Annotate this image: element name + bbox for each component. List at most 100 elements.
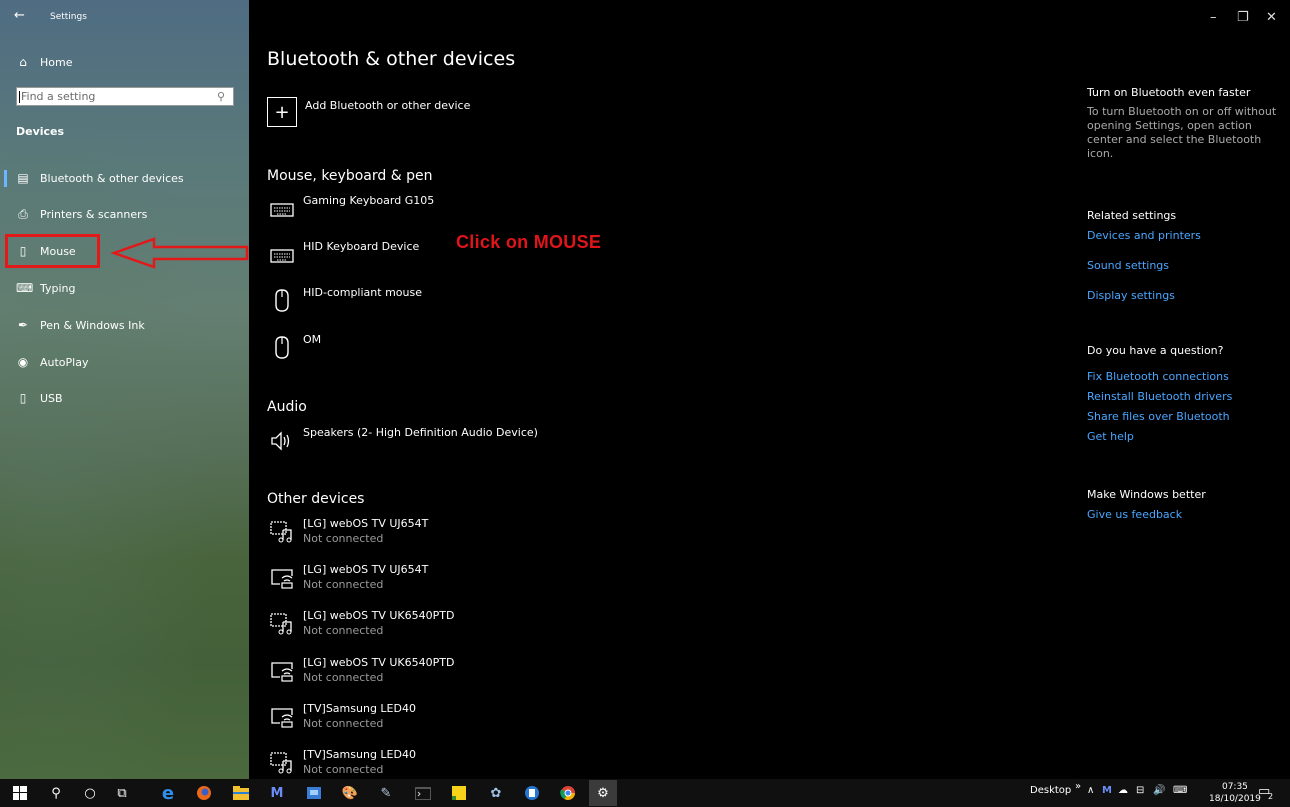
notification-count-badge: 2 bbox=[1268, 792, 1274, 801]
network-icon[interactable]: ⊟ bbox=[1136, 785, 1144, 796]
related-heading: Related settings bbox=[1087, 209, 1177, 222]
device-name: Speakers (2- High Definition Audio Devic… bbox=[303, 426, 538, 439]
keyboard-layout-icon[interactable]: ⌨ bbox=[1173, 785, 1187, 796]
link-give-feedback[interactable]: Give us feedback bbox=[1087, 508, 1277, 521]
desktop-toolbar-label[interactable]: Desktop bbox=[1030, 785, 1071, 796]
cortana-icon[interactable]: ○ bbox=[81, 784, 99, 802]
add-device-label[interactable]: Add Bluetooth or other device bbox=[305, 99, 470, 112]
annotation-text: Click on MOUSE bbox=[456, 232, 602, 252]
close-button[interactable]: ✕ bbox=[1266, 10, 1277, 25]
text-cursor bbox=[19, 91, 20, 103]
home-icon: ⌂ bbox=[19, 55, 27, 69]
toolbar-overflow[interactable]: » bbox=[1075, 781, 1081, 792]
feedback-heading: Make Windows better bbox=[1087, 488, 1206, 501]
question-section: Do you have a question? Fix Bluetooth co… bbox=[1087, 344, 1277, 443]
keyboard-icon bbox=[270, 203, 294, 217]
media-device-icon bbox=[270, 613, 292, 635]
windows-start-icon[interactable] bbox=[11, 784, 29, 802]
question-heading: Do you have a question? bbox=[1087, 344, 1224, 357]
gmail-tray-icon[interactable]: M bbox=[1102, 785, 1112, 796]
link-devices-and-printers[interactable]: Devices and printers bbox=[1087, 229, 1277, 242]
blue-app-icon[interactable] bbox=[523, 784, 541, 802]
search-icon[interactable]: ⚲ bbox=[217, 90, 233, 103]
app-icon[interactable] bbox=[305, 784, 323, 802]
sidebar-item-printers[interactable]: ⎙ Printers & scanners bbox=[0, 198, 249, 230]
device-name: HID-compliant mouse bbox=[303, 286, 422, 299]
bluetooth-devices-icon: ▤ bbox=[17, 171, 29, 185]
minimize-button[interactable]: – bbox=[1210, 10, 1217, 25]
title-bar: ← Settings bbox=[0, 0, 249, 34]
settings-gear-icon[interactable]: ⚙ bbox=[589, 780, 617, 806]
tip-heading: Turn on Bluetooth even faster bbox=[1087, 86, 1251, 99]
app-title: Settings bbox=[50, 12, 87, 22]
sidebar-item-home[interactable]: ⌂ Home bbox=[0, 46, 249, 78]
network-display-icon bbox=[271, 662, 293, 682]
taskbar: ⚲ ○ ⧉ e M 🎨 ✎ ✿ ⚙ Desktop » ∧ M ☁ ⊟ 🔊 ⌨ … bbox=[0, 779, 1290, 807]
edge-browser-icon[interactable]: e bbox=[159, 783, 177, 804]
printer-icon: ⎙ bbox=[18, 206, 28, 221]
autoplay-icon: ◉ bbox=[17, 355, 29, 369]
device-name: OM bbox=[303, 333, 322, 346]
bluetooth-tip-section: Turn on Bluetooth even faster To turn Bl… bbox=[1087, 86, 1277, 161]
firefox-icon[interactable] bbox=[195, 784, 213, 802]
sidebar-item-bluetooth[interactable]: ▤ Bluetooth & other devices bbox=[0, 162, 249, 194]
pen-icon: ✒ bbox=[17, 318, 29, 332]
media-device-icon bbox=[270, 752, 292, 774]
clock[interactable]: 07:35 18/10/2019 bbox=[1209, 781, 1261, 805]
search-icon[interactable]: ⚲ bbox=[47, 784, 65, 802]
device-status: Not connected bbox=[303, 532, 384, 545]
link-fix-bluetooth[interactable]: Fix Bluetooth connections bbox=[1087, 370, 1277, 383]
annotation-highlight-box bbox=[5, 234, 100, 268]
link-reinstall-drivers[interactable]: Reinstall Bluetooth drivers bbox=[1087, 390, 1277, 403]
device-status: Not connected bbox=[303, 763, 384, 776]
sidebar-item-autoplay[interactable]: ◉ AutoPlay bbox=[0, 346, 249, 378]
sticky-notes-icon[interactable] bbox=[450, 784, 468, 802]
section-heading: Devices bbox=[16, 125, 65, 138]
restore-button[interactable]: ❐ bbox=[1237, 10, 1249, 25]
link-get-help[interactable]: Get help bbox=[1087, 430, 1277, 443]
feedback-section: Make Windows better Give us feedback bbox=[1087, 488, 1277, 521]
device-name: [LG] webOS TV UK6540PTD bbox=[303, 609, 455, 622]
annotation-arrow-icon bbox=[110, 237, 249, 269]
device-status: Not connected bbox=[303, 717, 384, 730]
link-share-files[interactable]: Share files over Bluetooth bbox=[1087, 410, 1277, 423]
sidebar-item-usb[interactable]: ▯ USB bbox=[0, 382, 249, 414]
group-heading-audio: Audio bbox=[267, 399, 307, 415]
gmail-app-icon[interactable]: M bbox=[268, 784, 286, 802]
device-name: HID Keyboard Device bbox=[303, 240, 420, 253]
sidebar-item-label: Pen & Windows Ink bbox=[40, 318, 145, 332]
clock-date: 18/10/2019 bbox=[1209, 794, 1261, 804]
link-sound-settings[interactable]: Sound settings bbox=[1087, 259, 1277, 272]
device-name: [LG] webOS TV UJ654T bbox=[303, 563, 429, 576]
show-hidden-icons-chevron-icon[interactable]: ∧ bbox=[1087, 785, 1094, 796]
network-display-icon bbox=[271, 569, 293, 589]
link-display-settings[interactable]: Display settings bbox=[1087, 289, 1277, 302]
device-name: [LG] webOS TV UK6540PTD bbox=[303, 656, 455, 669]
file-explorer-icon[interactable] bbox=[232, 784, 250, 802]
selection-indicator bbox=[4, 170, 7, 187]
sidebar-item-label: AutoPlay bbox=[40, 355, 89, 369]
paint-brush-icon[interactable]: ✎ bbox=[377, 784, 395, 802]
mouse-icon bbox=[275, 289, 289, 312]
task-view-icon[interactable]: ⧉ bbox=[113, 784, 131, 802]
search-input[interactable]: Find a setting ⚲ bbox=[16, 87, 234, 106]
sidebar-item-label: Home bbox=[40, 55, 73, 69]
related-settings-section: Related settings Devices and printers So… bbox=[1087, 209, 1277, 302]
sidebar-item-typing[interactable]: ⌨ Typing bbox=[0, 272, 249, 304]
keyboard-icon bbox=[270, 249, 294, 263]
paint-icon[interactable]: 🎨 bbox=[341, 784, 359, 802]
chrome-icon[interactable] bbox=[559, 784, 577, 802]
sidebar-item-label: Bluetooth & other devices bbox=[40, 171, 184, 185]
search-placeholder: Find a setting bbox=[21, 90, 96, 103]
network-app-icon[interactable]: ✿ bbox=[487, 784, 505, 802]
group-heading-other: Other devices bbox=[267, 491, 365, 507]
sidebar-item-pen[interactable]: ✒ Pen & Windows Ink bbox=[0, 309, 249, 341]
back-arrow-icon[interactable]: ← bbox=[14, 8, 25, 23]
add-device-button[interactable]: + bbox=[267, 97, 297, 127]
page-title: Bluetooth & other devices bbox=[267, 48, 516, 70]
volume-icon[interactable]: 🔊 bbox=[1153, 785, 1165, 796]
command-prompt-icon[interactable] bbox=[414, 784, 432, 802]
onedrive-icon[interactable]: ☁ bbox=[1118, 785, 1128, 796]
sidebar-item-label: Typing bbox=[40, 281, 76, 295]
sidebar-item-label: USB bbox=[40, 391, 63, 405]
